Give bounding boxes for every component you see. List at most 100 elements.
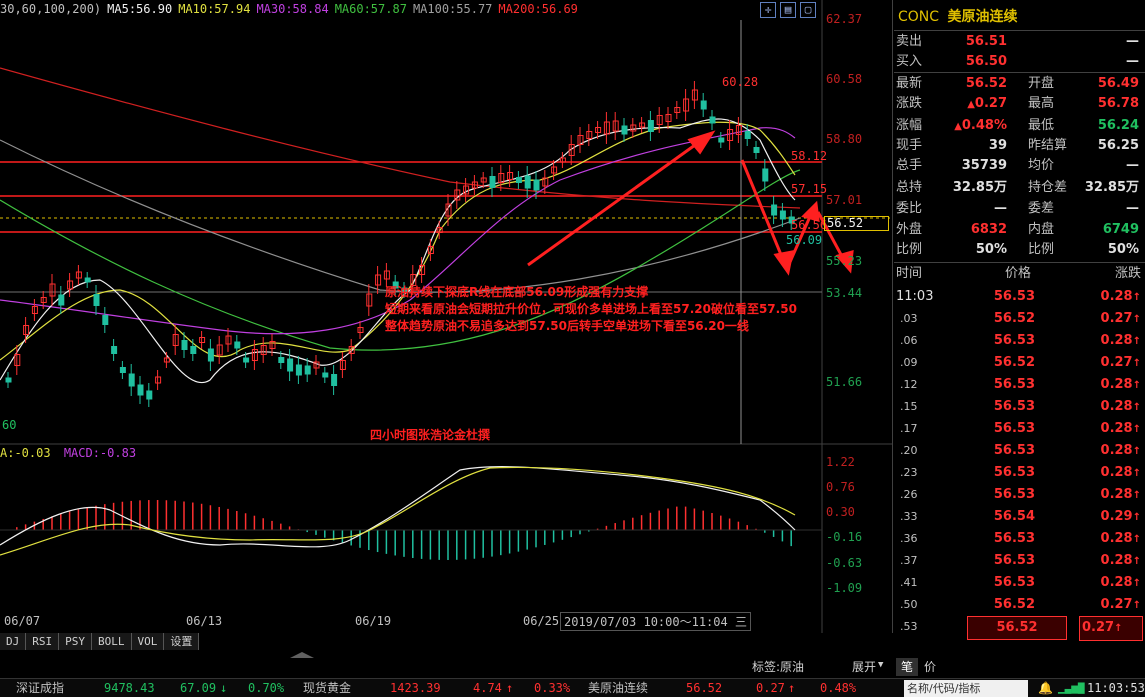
tab-vol[interactable]: VOL bbox=[131, 633, 165, 650]
instrument-name: 美原油连续 bbox=[947, 9, 1018, 25]
tab-rsi[interactable]: RSI bbox=[26, 633, 60, 650]
quote-key: 总持 bbox=[896, 180, 923, 195]
quote-value-2: 32.85万 bbox=[1084, 180, 1139, 195]
up-arrow-icon: ↑ bbox=[1132, 336, 1141, 347]
tick-row[interactable]: .17 56.53 0.28↑ bbox=[894, 418, 1145, 440]
candle-body bbox=[753, 147, 760, 153]
current-price-tag: 56.52 bbox=[824, 216, 889, 231]
quote-row: 现手 39 昨结算 56.25 bbox=[894, 136, 1145, 156]
candle-body bbox=[533, 179, 540, 191]
tick-time: .03 bbox=[900, 312, 918, 325]
crosshair-icon[interactable]: ✛ bbox=[760, 2, 776, 18]
tick-header-time: 时间 bbox=[896, 266, 923, 281]
index-name[interactable]: 美原油连续 bbox=[588, 679, 648, 697]
tick-change: 0.28↑ bbox=[1100, 575, 1141, 590]
candle-body bbox=[779, 210, 786, 220]
index-name[interactable]: 现货黄金 bbox=[303, 679, 351, 697]
search-input[interactable]: 名称/代码/指标 bbox=[904, 680, 1028, 697]
index-name[interactable]: 深证成指 bbox=[16, 679, 64, 697]
price-axis-tick: 57.01 bbox=[826, 193, 863, 207]
quote-value-2: 56.25 bbox=[1097, 138, 1139, 153]
quote-value: ▲0.27 bbox=[967, 96, 1007, 111]
candle-body bbox=[524, 175, 531, 189]
tick-time: .26 bbox=[900, 488, 918, 501]
tick-time: .17 bbox=[900, 422, 918, 435]
tick-time: .50 bbox=[900, 598, 918, 611]
candle-body bbox=[709, 116, 716, 124]
tick-time: .20 bbox=[900, 444, 918, 457]
tab-settings[interactable]: 设置 bbox=[164, 633, 200, 650]
date-tick: 06/07 bbox=[4, 614, 41, 628]
low-price-mark: 56.09 bbox=[786, 233, 823, 247]
price-axis-tick: 53.44 bbox=[826, 286, 863, 300]
expand-button[interactable]: 展开 bbox=[852, 658, 876, 675]
down-arrow-icon: ↓ bbox=[220, 681, 228, 695]
tick-row[interactable]: .20 56.53 0.28↑ bbox=[894, 440, 1145, 462]
candle-body bbox=[207, 348, 214, 362]
tag-label[interactable]: 标签:原油 bbox=[752, 658, 804, 675]
window-icon[interactable]: ▢ bbox=[800, 2, 816, 18]
tick-row[interactable]: .12 56.53 0.28↑ bbox=[894, 374, 1145, 396]
candle-body bbox=[102, 315, 109, 325]
tick-row[interactable]: .36 56.53 0.28↑ bbox=[894, 528, 1145, 550]
tick-row[interactable]: 11:03 56.53 0.28↑ bbox=[894, 286, 1145, 308]
tick-row[interactable]: .33 56.54 0.29↑ bbox=[894, 506, 1145, 528]
indicator-tabs: DJ RSI PSY BOLL VOL 设置 bbox=[0, 633, 200, 650]
collapse-arrow-icon[interactable] bbox=[290, 652, 314, 658]
bell-icon[interactable]: 🔔 bbox=[1038, 679, 1053, 697]
quote-row: 买入 56.50 — bbox=[894, 52, 1145, 72]
tick-change: 0.28↑ bbox=[1100, 289, 1141, 304]
tick-price: 56.53 bbox=[993, 399, 1035, 414]
candle-body bbox=[621, 125, 628, 135]
tick-time: .36 bbox=[900, 532, 918, 545]
tick-row[interactable]: .09 56.52 0.27↑ bbox=[894, 352, 1145, 374]
tick-row[interactable]: .03 56.52 0.27↑ bbox=[894, 308, 1145, 330]
quote-value-2: 56.24 bbox=[1097, 118, 1139, 133]
tick-price: 56.52 bbox=[993, 311, 1035, 326]
macd-axis-tick: -1.09 bbox=[826, 581, 863, 595]
tick-change: 0.27↑ bbox=[1079, 616, 1143, 641]
tick-row[interactable]: .50 56.52 0.27↑ bbox=[894, 594, 1145, 616]
tick-row[interactable]: .41 56.53 0.28↑ bbox=[894, 572, 1145, 594]
tab-dj[interactable]: DJ bbox=[0, 633, 27, 650]
ma200-line bbox=[0, 67, 801, 209]
analysis-annotation: 原油持续下探底R线在底部56.09形成强有力支撑 短期来看原油会短期拉升价位，可… bbox=[385, 284, 797, 335]
tick-row[interactable]: .15 56.53 0.28↑ bbox=[894, 396, 1145, 418]
candle-body bbox=[295, 364, 302, 376]
up-arrow-icon: ▲ bbox=[954, 121, 962, 132]
up-arrow-icon: ▲ bbox=[967, 99, 975, 110]
candle-body bbox=[287, 358, 294, 372]
quote-value: — bbox=[994, 201, 1007, 216]
quote-key-2: 比例 bbox=[1028, 242, 1055, 257]
up-arrow-icon: ↑ bbox=[1132, 446, 1141, 457]
tick-row[interactable]: .37 56.53 0.28↑ bbox=[894, 550, 1145, 572]
ma10-label: MA10:57.94 bbox=[178, 2, 251, 16]
quote-value-2: 6749 bbox=[1102, 222, 1139, 237]
quote-value-2: 50% bbox=[1107, 242, 1139, 257]
tab-boll[interactable]: BOLL bbox=[92, 633, 132, 650]
chart-type-icon[interactable]: ▤ bbox=[780, 2, 796, 18]
tick-row[interactable]: .23 56.53 0.28↑ bbox=[894, 462, 1145, 484]
candle-body bbox=[331, 374, 338, 386]
instrument-code: CONC bbox=[898, 9, 940, 25]
kline-chart-area[interactable]: 30,60,100,200) MA5:56.90 MA10:57.94 MA30:58… bbox=[0, 0, 893, 633]
chevron-down-icon[interactable]: ▼ bbox=[878, 660, 883, 670]
quote-key: 比例 bbox=[896, 242, 923, 257]
tick-row[interactable]: .06 56.53 0.28↑ bbox=[894, 330, 1145, 352]
quote-value-2: — bbox=[1126, 201, 1139, 216]
macd-axis-tick: 0.76 bbox=[826, 480, 855, 494]
candle-body bbox=[190, 346, 197, 354]
quote-value: 6832 bbox=[970, 222, 1007, 237]
tick-time: .12 bbox=[900, 378, 918, 391]
tick-change: 0.28↑ bbox=[1100, 531, 1141, 546]
tick-price: 56.53 bbox=[993, 553, 1035, 568]
ma60-label: MA60:57.87 bbox=[334, 2, 407, 16]
tick-row[interactable]: .53 56.52 0.27↑ bbox=[894, 616, 1145, 641]
tick-price: 56.53 bbox=[993, 465, 1035, 480]
tab-psy[interactable]: PSY bbox=[59, 633, 92, 650]
candle-body bbox=[718, 137, 725, 143]
tick-price: 56.53 bbox=[993, 289, 1035, 304]
tick-row[interactable]: .26 56.53 0.28↑ bbox=[894, 484, 1145, 506]
quote-value: 56.50 bbox=[965, 54, 1007, 69]
index-change: 4.74 bbox=[473, 681, 502, 695]
